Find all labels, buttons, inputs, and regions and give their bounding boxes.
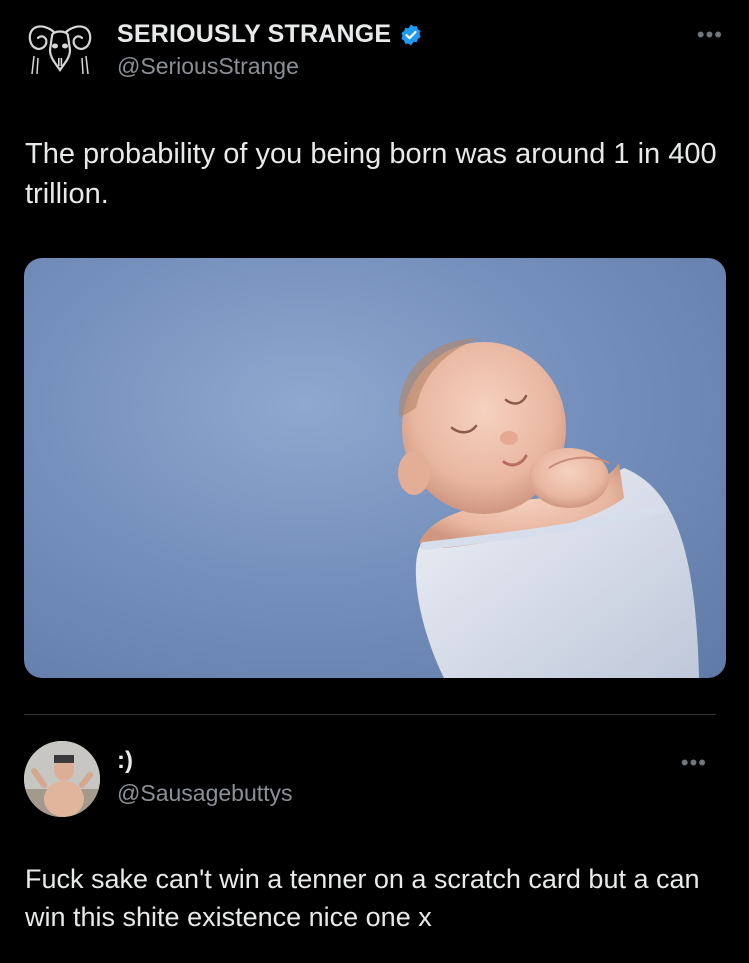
post-media-image[interactable] bbox=[24, 258, 726, 678]
author-handle[interactable]: @SeriousStrange bbox=[117, 53, 299, 80]
more-options-icon[interactable]: ••• bbox=[697, 24, 723, 46]
author-name-row[interactable]: SERIOUSLY STRANGE bbox=[117, 20, 423, 49]
reply-more-options-icon[interactable]: ••• bbox=[681, 752, 707, 774]
post-text: The probability of you being born was ar… bbox=[25, 138, 717, 210]
divider bbox=[24, 714, 716, 715]
reply-text: Fuck sake can't win a tenner on a scratc… bbox=[25, 864, 700, 932]
reply-display-name[interactable]: :) bbox=[117, 747, 133, 775]
author-display-name[interactable]: SERIOUSLY STRANGE bbox=[117, 20, 391, 49]
verified-badge-icon bbox=[399, 23, 423, 47]
reply-avatar[interactable] bbox=[24, 741, 100, 817]
reply-handle[interactable]: @Sausagebuttys bbox=[117, 780, 293, 807]
ram-skull-logo-avatar[interactable] bbox=[24, 18, 96, 78]
